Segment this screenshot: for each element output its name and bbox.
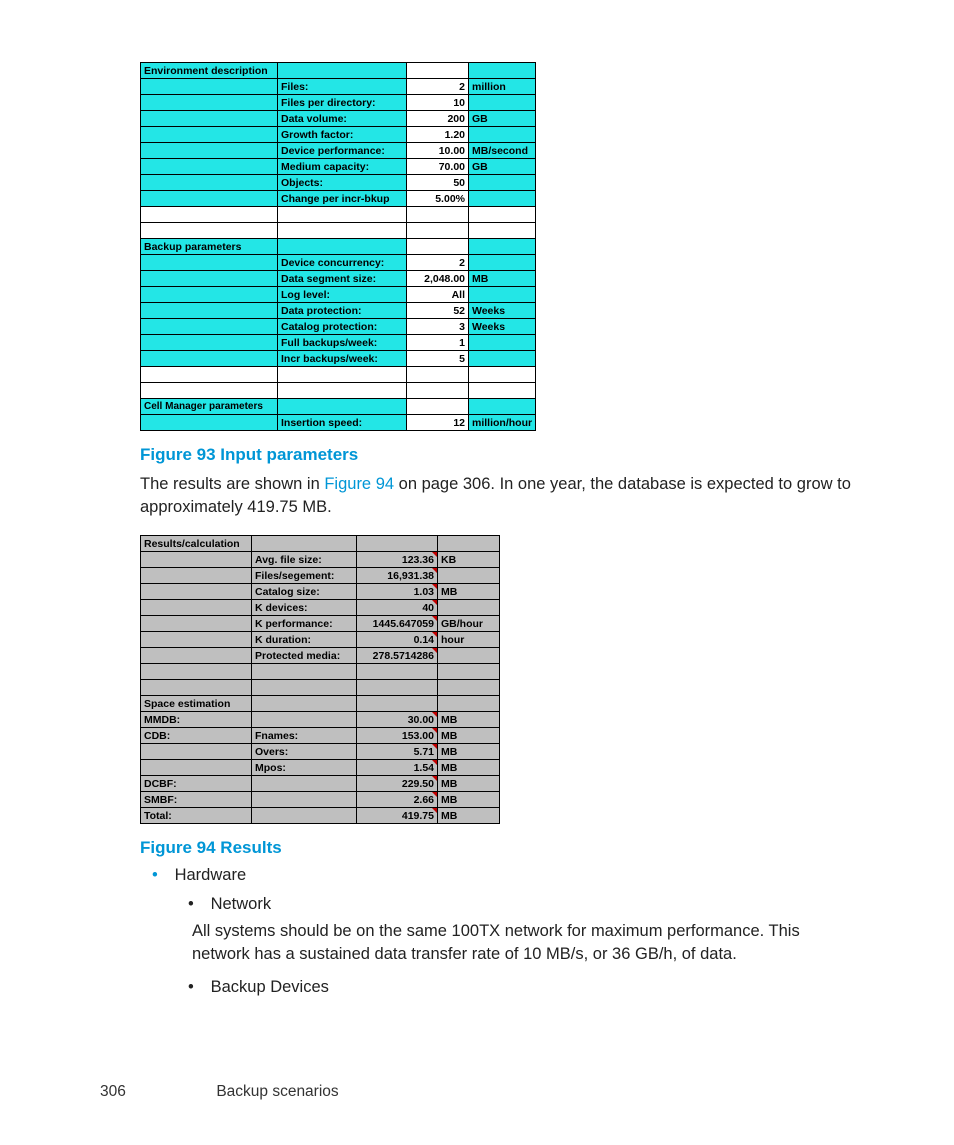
figure-94-link[interactable]: Figure 94 [324, 475, 394, 493]
section-header: Backup parameters [141, 239, 278, 255]
list-item: Backup Devices [192, 978, 854, 997]
section-header: Results/calculation [141, 536, 252, 552]
section-header: Space estimation [141, 696, 252, 712]
list-item: Network All systems should be on the sam… [192, 895, 854, 966]
section-header: Environment description [141, 63, 278, 79]
page-number: 306 [100, 1083, 212, 1101]
bullet-list: Hardware Network All systems should be o… [140, 866, 854, 997]
results-table: Results/calculation Avg. file size:123.3… [140, 535, 500, 824]
footer-title: Backup scenarios [216, 1083, 338, 1100]
paragraph: The results are shown in Figure 94 on pa… [140, 473, 854, 519]
input-parameters-table: Environment description Files:2million F… [140, 62, 536, 431]
figure-93-caption: Figure 93 Input parameters [140, 445, 854, 465]
list-item: Hardware Network All systems should be o… [154, 866, 854, 997]
page-footer: 306 Backup scenarios [100, 1083, 339, 1101]
section-header: Cell Manager parameters [141, 399, 278, 415]
figure-94-caption: Figure 94 Results [140, 838, 854, 858]
